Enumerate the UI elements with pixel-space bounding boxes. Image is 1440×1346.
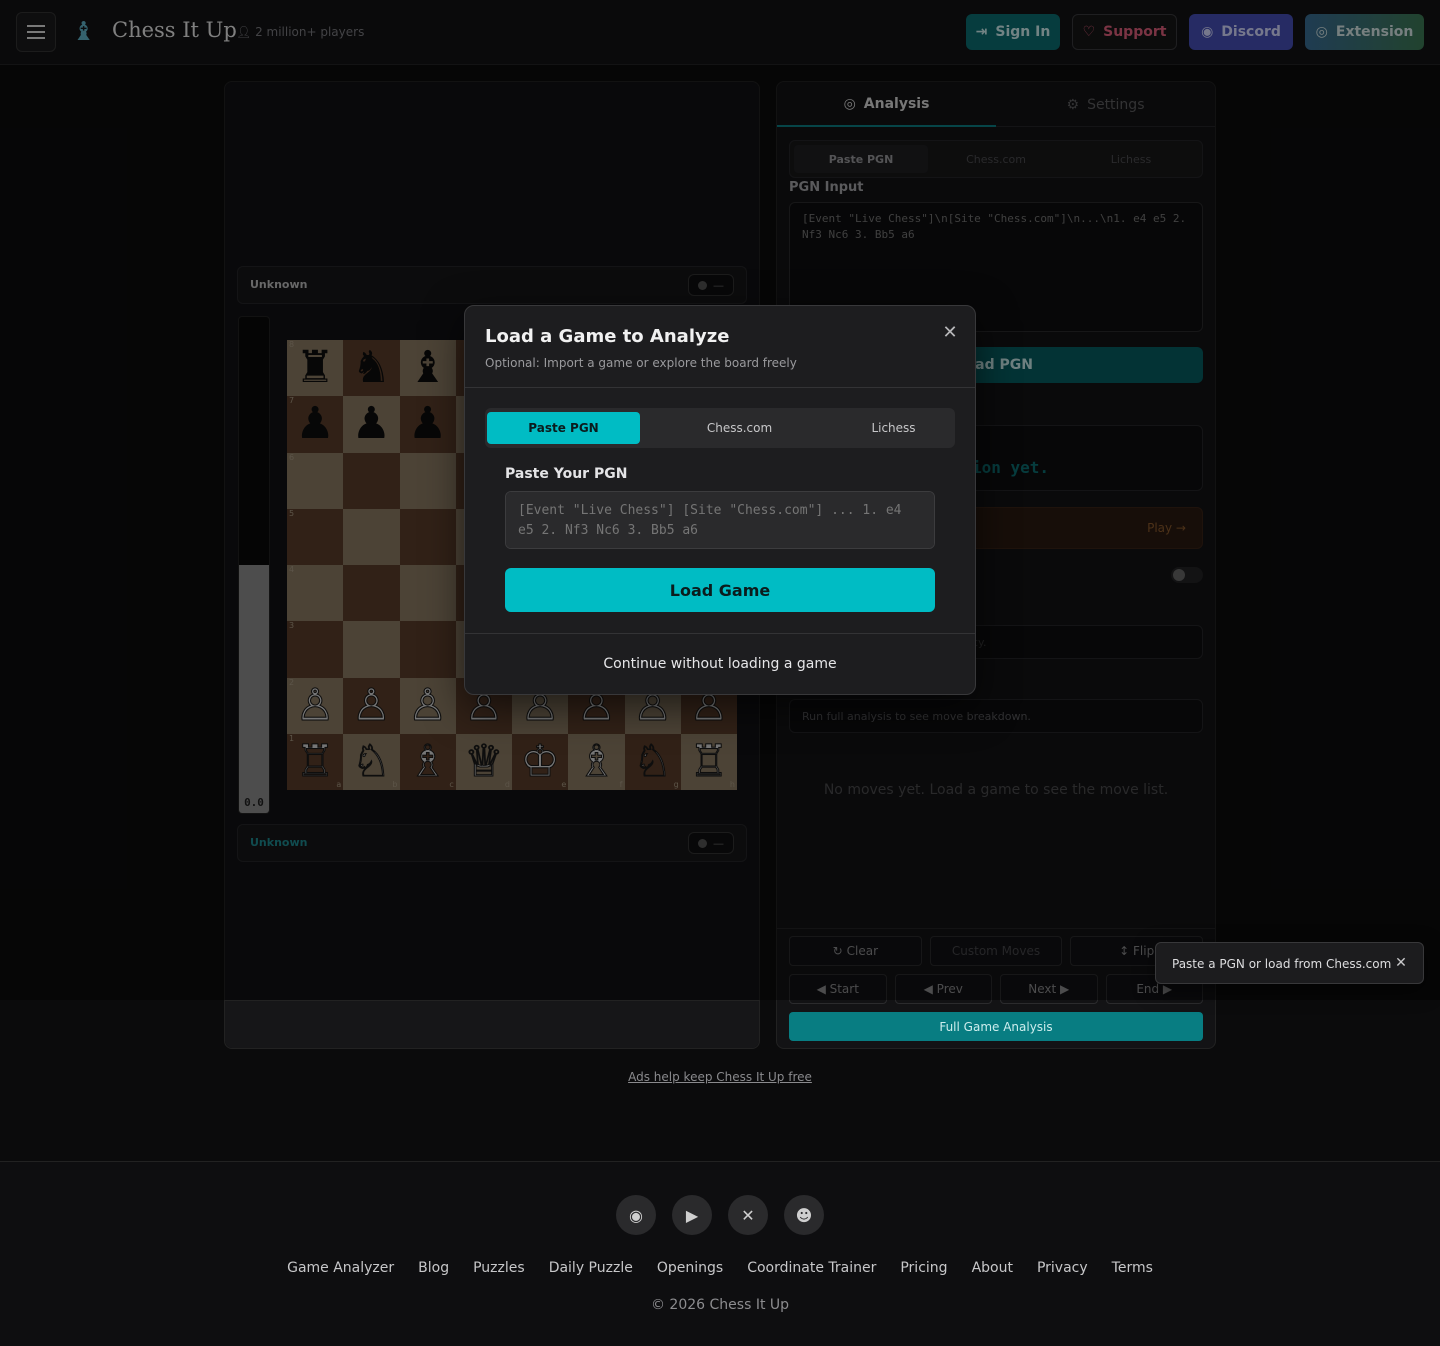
close-icon[interactable]: ✕: [1392, 954, 1410, 972]
footer-link[interactable]: Privacy: [1037, 1260, 1088, 1276]
footer-link[interactable]: Coordinate Trainer: [747, 1260, 876, 1276]
load-game-modal: Load a Game to Analyze Optional: Import …: [464, 305, 976, 695]
toast-notification: Paste a PGN or load from Chess.com ✕: [1155, 942, 1424, 984]
discord-icon[interactable]: ◉: [616, 1195, 656, 1235]
footer-link[interactable]: Terms: [1112, 1260, 1153, 1276]
youtube-icon[interactable]: ▶: [672, 1195, 712, 1235]
full-game-analysis-button[interactable]: Full Game Analysis: [789, 1012, 1203, 1041]
toast-text: Paste a PGN or load from Chess.com: [1172, 957, 1392, 971]
footer-link[interactable]: Daily Puzzle: [549, 1260, 633, 1276]
modal-title: Load a Game to Analyze: [485, 326, 730, 347]
modal-tab-lichess[interactable]: Lichess: [817, 412, 970, 444]
footer-link[interactable]: Openings: [657, 1260, 723, 1276]
ads-notice-link[interactable]: Ads help keep Chess It Up free: [0, 1070, 1440, 1084]
site-footer: ◉ ▶ ✕ ☻ Game Analyzer Blog Puzzles Daily Pu…: [0, 1161, 1440, 1346]
board-footer-strip: [225, 1000, 759, 1048]
paste-pgn-label: Paste Your PGN: [505, 466, 628, 482]
modal-pgn-input[interactable]: [505, 491, 935, 549]
modal-tab-paste-pgn[interactable]: Paste PGN: [487, 412, 640, 444]
copyright: © 2026 Chess It Up: [650, 1297, 790, 1313]
footer-links: Game Analyzer Blog Puzzles Daily Puzzle Open…: [0, 1260, 1440, 1276]
modal-tab-chesscom[interactable]: Chess.com: [663, 412, 816, 444]
divider: [465, 633, 975, 634]
reddit-icon[interactable]: ☻: [784, 1195, 824, 1235]
footer-link[interactable]: Puzzles: [473, 1260, 525, 1276]
load-game-button[interactable]: Load Game: [505, 568, 935, 612]
close-icon[interactable]: ✕: [939, 322, 961, 344]
footer-link[interactable]: Blog: [418, 1260, 449, 1276]
modal-subtitle: Optional: Import a game or explore the b…: [485, 356, 797, 370]
social-links: ◉ ▶ ✕ ☻: [0, 1195, 1440, 1235]
x-icon[interactable]: ✕: [728, 1195, 768, 1235]
continue-without-game-link[interactable]: Continue without loading a game: [465, 656, 975, 672]
footer-link[interactable]: About: [972, 1260, 1013, 1276]
divider: [465, 387, 975, 388]
modal-source-tabs: Paste PGN Chess.com Lichess: [485, 408, 955, 448]
footer-link[interactable]: Game Analyzer: [287, 1260, 394, 1276]
footer-link[interactable]: Pricing: [900, 1260, 947, 1276]
